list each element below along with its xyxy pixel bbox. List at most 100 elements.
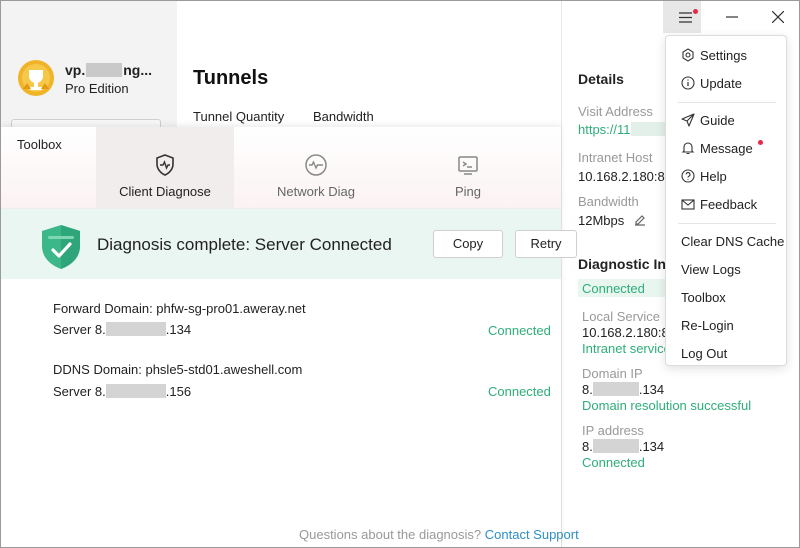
tab-label: Ping (454, 184, 482, 199)
menu-item-update[interactable]: Update (681, 76, 742, 91)
diagnostic-info-title: Diagnostic Info (578, 256, 668, 272)
close-icon (772, 11, 784, 23)
visit-address-link[interactable]: https://11 (578, 122, 667, 137)
ddns-domain-text: DDNS Domain: phsle5-std01.aweshell.com (53, 362, 303, 377)
details-title: Details (578, 71, 624, 87)
tab-client-diagnose[interactable]: Client Diagnose (96, 127, 234, 209)
menu-item-label: Settings (700, 48, 747, 63)
pulse-circle-icon (305, 154, 327, 176)
account-name: vp. ng... (65, 62, 152, 78)
account-name-prefix: vp. (65, 62, 86, 78)
tab-label: Client Diagnose (119, 184, 211, 199)
info-icon (681, 76, 695, 90)
bandwidth-label: Bandwidth (578, 194, 639, 209)
contact-support-link[interactable]: Contact Support (485, 527, 579, 542)
server-prefix: Server 8. (53, 384, 106, 399)
menu-item-label: Guide (700, 113, 735, 128)
domain-ip-label: Domain IP (582, 366, 643, 381)
menu-item-feedback[interactable]: Feedback (681, 197, 757, 212)
menu-separator (678, 102, 776, 103)
column-header-quantity: Tunnel Quantity (193, 109, 285, 124)
copy-button[interactable]: Copy (433, 230, 503, 258)
visit-address-label: Visit Address (578, 104, 653, 119)
intranet-host-label: Intranet Host (578, 150, 653, 165)
redacted-mask (592, 382, 639, 396)
app-window: vp. ng... Pro Edition Tunnels Tunnel Quan… (0, 0, 800, 548)
local-service-value: 10.168.2.180:80 (582, 325, 676, 340)
retry-button[interactable]: Retry (515, 230, 577, 258)
menu-item-label: Help (700, 169, 727, 184)
menu-button[interactable] (663, 1, 701, 33)
menu-item-label: Feedback (700, 197, 758, 212)
hamburger-icon (679, 12, 692, 23)
redacted-mask (105, 322, 166, 336)
minimize-icon (726, 16, 738, 18)
redacted-mask (630, 122, 667, 136)
server-suffix: .134 (165, 322, 192, 337)
terminal-icon (458, 156, 478, 175)
trophy-avatar-icon[interactable] (17, 59, 55, 97)
ip-prefix: 8. (582, 439, 593, 454)
shield-check-icon (42, 225, 80, 269)
toolbox-title: Toolbox (17, 137, 62, 152)
bell-icon (681, 142, 695, 155)
tab-ping[interactable]: Ping (399, 127, 537, 209)
ip-address-status: Connected (582, 455, 645, 470)
menu-item-clear-dns-cache[interactable]: Clear DNS Cache (681, 234, 784, 249)
notification-dot (758, 140, 763, 145)
tab-network-diag[interactable]: Network Diag (247, 127, 385, 209)
domain-ip-status: Domain resolution successful (582, 398, 752, 413)
intranet-host-value: 10.168.2.180:80 (578, 169, 672, 184)
toolbox-panel: Toolbox Client Diagnose Network Diag Pin… (1, 127, 579, 547)
footer-text: Questions about the diagnosis? (299, 527, 482, 542)
ddns-status: Connected (488, 384, 551, 399)
menu-item-message[interactable]: Message (681, 140, 763, 156)
menu-item-settings[interactable]: Settings (681, 48, 747, 63)
edit-icon[interactable] (634, 214, 646, 226)
account-edition: Pro Edition (65, 81, 129, 96)
tab-label: Network Diag (276, 184, 356, 199)
server-prefix: Server 8. (53, 322, 106, 337)
menu-item-log-out[interactable]: Log Out (681, 346, 727, 361)
forward-domain-text: Forward Domain: phfw-sg-pro01.aweray.net (53, 301, 306, 316)
gear-icon (682, 48, 694, 62)
page-title: Tunnels (193, 67, 269, 89)
visit-address-value[interactable]: https://11 (578, 122, 631, 137)
account-name-suffix: ng... (123, 62, 153, 78)
question-icon (681, 169, 695, 183)
menu-item-label: Update (700, 76, 742, 91)
domain-ip-value: 8. .134 (582, 382, 664, 397)
menu-item-toolbox[interactable]: Toolbox (681, 290, 726, 305)
bandwidth-value: 12Mbps (578, 213, 646, 228)
main-menu-dropdown: Settings Update Guide Message Help Feedb… (665, 35, 787, 366)
bandwidth-text: 12Mbps (578, 213, 625, 228)
menu-item-help[interactable]: Help (681, 169, 727, 184)
redacted-mask (105, 384, 166, 398)
mail-icon (681, 199, 695, 210)
menu-item-view-logs[interactable]: View Logs (681, 262, 741, 277)
ddns-server-text: Server 8. .156 (53, 384, 191, 399)
menu-separator (678, 223, 776, 224)
close-button[interactable] (759, 1, 797, 33)
notification-dot (693, 9, 698, 14)
forward-status: Connected (488, 323, 551, 338)
column-header-bandwidth: Bandwidth (313, 109, 374, 124)
menu-item-guide[interactable]: Guide (681, 113, 735, 128)
ip-address-label: IP address (582, 423, 644, 438)
local-service-label: Local Service (582, 309, 661, 324)
minimize-button[interactable] (713, 1, 751, 33)
menu-item-label: Message (700, 141, 753, 156)
toolbox-header: Toolbox Client Diagnose Network Diag Pin… (1, 127, 561, 209)
ip-address-value: 8. .134 (582, 439, 664, 454)
diagnosis-result-text: Diagnosis complete: Server Connected (97, 235, 392, 254)
redacted-mask (592, 439, 639, 453)
ip-suffix: .134 (638, 439, 665, 454)
local-service-status: Intranet service (582, 341, 671, 356)
domain-ip-suffix: .134 (638, 382, 665, 397)
diagnostic-status-badge: Connected (578, 279, 666, 297)
forward-server-text: Server 8. .134 (53, 322, 191, 337)
server-suffix: .156 (165, 384, 192, 399)
menu-item-re-login[interactable]: Re-Login (681, 318, 734, 333)
domain-ip-prefix: 8. (582, 382, 593, 397)
diagnosis-banner: Diagnosis complete: Server Connected Cop… (1, 209, 577, 279)
